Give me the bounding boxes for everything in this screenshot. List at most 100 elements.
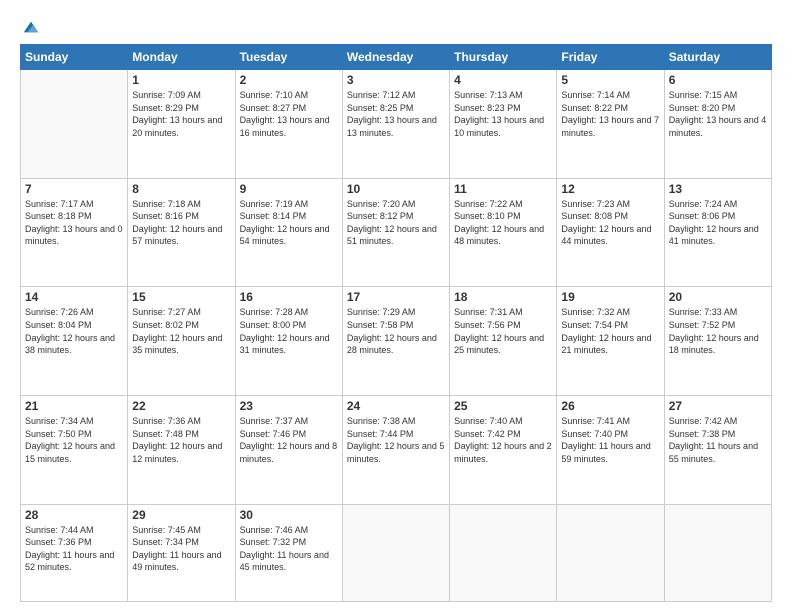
day-number: 5 [561, 73, 659, 87]
day-info: Sunrise: 7:24 AMSunset: 8:06 PMDaylight:… [669, 198, 767, 248]
calendar-header-monday: Monday [128, 45, 235, 70]
calendar-cell [557, 504, 664, 601]
calendar-cell: 2Sunrise: 7:10 AMSunset: 8:27 PMDaylight… [235, 70, 342, 179]
day-number: 28 [25, 508, 123, 522]
day-info: Sunrise: 7:38 AMSunset: 7:44 PMDaylight:… [347, 415, 445, 465]
day-info: Sunrise: 7:40 AMSunset: 7:42 PMDaylight:… [454, 415, 552, 465]
day-info: Sunrise: 7:18 AMSunset: 8:16 PMDaylight:… [132, 198, 230, 248]
calendar-cell: 13 Sunrise: 7:24 AMSunset: 8:06 PMDayligh… [664, 178, 771, 287]
calendar-cell: 20 Sunrise: 7:33 AMSunset: 7:52 PMDayligh… [664, 287, 771, 396]
day-info: Sunrise: 7:44 AMSunset: 7:36 PMDaylight:… [25, 524, 123, 574]
day-number: 1 [132, 73, 230, 87]
calendar-cell: 19 Sunrise: 7:32 AMSunset: 7:54 PMDayligh… [557, 287, 664, 396]
calendar-cell [450, 504, 557, 601]
day-number: 25 [454, 399, 552, 413]
calendar-cell: 8Sunrise: 7:18 AMSunset: 8:16 PMDaylight… [128, 178, 235, 287]
calendar-header-saturday: Saturday [664, 45, 771, 70]
day-number: 11 [454, 182, 552, 196]
day-info: Sunrise: 7:36 AMSunset: 7:48 PMDaylight:… [132, 415, 230, 465]
page: SundayMondayTuesdayWednesdayThursdayFrid… [0, 0, 792, 612]
day-number: 17 [347, 290, 445, 304]
day-info: Sunrise: 7:42 AMSunset: 7:38 PMDaylight:… [669, 415, 767, 465]
calendar-cell: 30 Sunrise: 7:46 AMSunset: 7:32 PMDayligh… [235, 504, 342, 601]
calendar-cell: 12 Sunrise: 7:23 AMSunset: 8:08 PMDayligh… [557, 178, 664, 287]
calendar-cell: 7 Sunrise: 7:17 AMSunset: 8:18 PMDaylight… [21, 178, 128, 287]
day-info: Sunrise: 7:12 AMSunset: 8:25 PMDaylight:… [347, 89, 445, 139]
calendar-cell: 28 Sunrise: 7:44 AMSunset: 7:36 PMDayligh… [21, 504, 128, 601]
calendar-cell: 27 Sunrise: 7:42 AMSunset: 7:38 PMDayligh… [664, 396, 771, 505]
day-number: 20 [669, 290, 767, 304]
header [20, 18, 772, 36]
day-info: Sunrise: 7:37 AMSunset: 7:46 PMDaylight:… [240, 415, 338, 465]
calendar-cell: 11Sunrise: 7:22 AMSunset: 8:10 PMDayligh… [450, 178, 557, 287]
day-info: Sunrise: 7:33 AMSunset: 7:52 PMDaylight:… [669, 306, 767, 356]
day-info: Sunrise: 7:23 AMSunset: 8:08 PMDaylight:… [561, 198, 659, 248]
day-number: 21 [25, 399, 123, 413]
day-number: 4 [454, 73, 552, 87]
calendar-cell: 6Sunrise: 7:15 AMSunset: 8:20 PMDaylight… [664, 70, 771, 179]
day-number: 19 [561, 290, 659, 304]
calendar-cell: 18 Sunrise: 7:31 AMSunset: 7:56 PMDayligh… [450, 287, 557, 396]
day-info: Sunrise: 7:09 AMSunset: 8:29 PMDaylight:… [132, 89, 230, 139]
day-number: 29 [132, 508, 230, 522]
logo-text [20, 18, 40, 36]
day-info: Sunrise: 7:19 AMSunset: 8:14 PMDaylight:… [240, 198, 338, 248]
calendar-week-5: 28 Sunrise: 7:44 AMSunset: 7:36 PMDayligh… [21, 504, 772, 601]
logo-icon [22, 18, 40, 36]
calendar-week-3: 14 Sunrise: 7:26 AMSunset: 8:04 PMDayligh… [21, 287, 772, 396]
day-number: 16 [240, 290, 338, 304]
calendar-cell: 1 Sunrise: 7:09 AMSunset: 8:29 PMDaylight… [128, 70, 235, 179]
day-info: Sunrise: 7:41 AMSunset: 7:40 PMDaylight:… [561, 415, 659, 465]
day-number: 6 [669, 73, 767, 87]
calendar-week-2: 7 Sunrise: 7:17 AMSunset: 8:18 PMDaylight… [21, 178, 772, 287]
calendar-cell: 16 Sunrise: 7:28 AMSunset: 8:00 PMDayligh… [235, 287, 342, 396]
day-info: Sunrise: 7:13 AMSunset: 8:23 PMDaylight:… [454, 89, 552, 139]
calendar-header-tuesday: Tuesday [235, 45, 342, 70]
calendar-cell: 21 Sunrise: 7:34 AMSunset: 7:50 PMDayligh… [21, 396, 128, 505]
calendar-cell: 4 Sunrise: 7:13 AMSunset: 8:23 PMDaylight… [450, 70, 557, 179]
calendar-table: SundayMondayTuesdayWednesdayThursdayFrid… [20, 44, 772, 602]
day-info: Sunrise: 7:26 AMSunset: 8:04 PMDaylight:… [25, 306, 123, 356]
day-number: 18 [454, 290, 552, 304]
day-number: 26 [561, 399, 659, 413]
day-number: 7 [25, 182, 123, 196]
calendar-header-thursday: Thursday [450, 45, 557, 70]
day-info: Sunrise: 7:32 AMSunset: 7:54 PMDaylight:… [561, 306, 659, 356]
calendar-cell: 17 Sunrise: 7:29 AMSunset: 7:58 PMDayligh… [342, 287, 449, 396]
day-info: Sunrise: 7:28 AMSunset: 8:00 PMDaylight:… [240, 306, 338, 356]
calendar-cell: 23 Sunrise: 7:37 AMSunset: 7:46 PMDayligh… [235, 396, 342, 505]
day-number: 14 [25, 290, 123, 304]
day-info: Sunrise: 7:29 AMSunset: 7:58 PMDaylight:… [347, 306, 445, 356]
calendar-cell: 15 Sunrise: 7:27 AMSunset: 8:02 PMDayligh… [128, 287, 235, 396]
day-info: Sunrise: 7:27 AMSunset: 8:02 PMDaylight:… [132, 306, 230, 356]
calendar-cell [664, 504, 771, 601]
day-info: Sunrise: 7:20 AMSunset: 8:12 PMDaylight:… [347, 198, 445, 248]
day-number: 12 [561, 182, 659, 196]
day-info: Sunrise: 7:46 AMSunset: 7:32 PMDaylight:… [240, 524, 338, 574]
calendar-cell: 24Sunrise: 7:38 AMSunset: 7:44 PMDayligh… [342, 396, 449, 505]
calendar-week-1: 1 Sunrise: 7:09 AMSunset: 8:29 PMDaylight… [21, 70, 772, 179]
day-number: 30 [240, 508, 338, 522]
day-info: Sunrise: 7:34 AMSunset: 7:50 PMDaylight:… [25, 415, 123, 465]
calendar-cell: 9Sunrise: 7:19 AMSunset: 8:14 PMDaylight… [235, 178, 342, 287]
day-number: 10 [347, 182, 445, 196]
calendar-cell: 3 Sunrise: 7:12 AMSunset: 8:25 PMDaylight… [342, 70, 449, 179]
day-number: 13 [669, 182, 767, 196]
calendar-cell [21, 70, 128, 179]
day-number: 27 [669, 399, 767, 413]
logo [20, 18, 40, 36]
calendar-cell: 25 Sunrise: 7:40 AMSunset: 7:42 PMDayligh… [450, 396, 557, 505]
calendar-header-sunday: Sunday [21, 45, 128, 70]
calendar-cell: 29Sunrise: 7:45 AMSunset: 7:34 PMDayligh… [128, 504, 235, 601]
day-info: Sunrise: 7:17 AMSunset: 8:18 PMDaylight:… [25, 198, 123, 248]
calendar-header-wednesday: Wednesday [342, 45, 449, 70]
calendar-cell: 10 Sunrise: 7:20 AMSunset: 8:12 PMDayligh… [342, 178, 449, 287]
calendar-cell: 5Sunrise: 7:14 AMSunset: 8:22 PMDaylight… [557, 70, 664, 179]
calendar-cell [342, 504, 449, 601]
day-info: Sunrise: 7:31 AMSunset: 7:56 PMDaylight:… [454, 306, 552, 356]
day-number: 15 [132, 290, 230, 304]
day-number: 23 [240, 399, 338, 413]
day-number: 2 [240, 73, 338, 87]
day-number: 3 [347, 73, 445, 87]
calendar-cell: 14 Sunrise: 7:26 AMSunset: 8:04 PMDayligh… [21, 287, 128, 396]
